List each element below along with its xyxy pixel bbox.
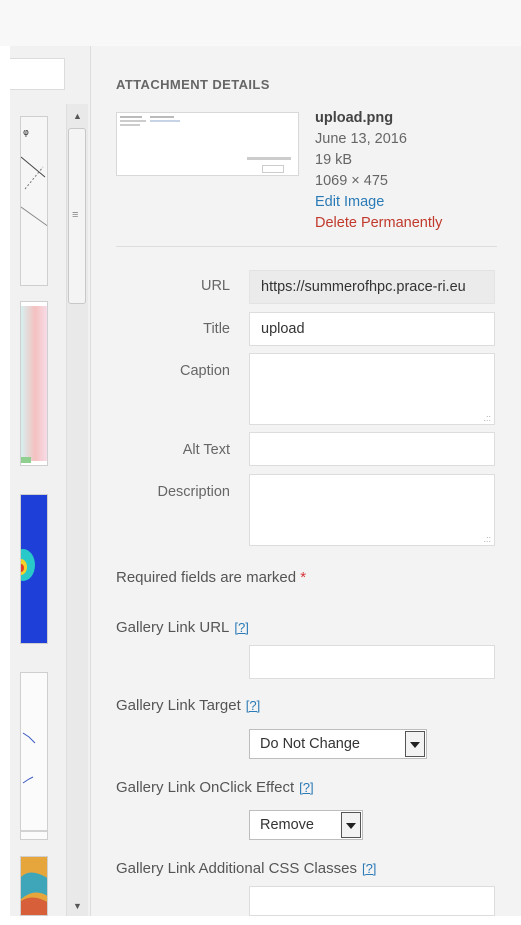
section-title: ATTACHMENT DETAILS	[116, 77, 270, 92]
gallery-link-url-label: Gallery Link URL	[116, 619, 230, 636]
caption-field[interactable]: .::	[249, 353, 495, 425]
help-link[interactable]: [?]	[362, 861, 376, 876]
attachment-info: upload.png June 13, 2016 19 kB 1069 × 47…	[315, 108, 442, 234]
description-label: Description	[157, 484, 230, 500]
gallery-css-classes-heading: Gallery Link Additional CSS Classes [?]	[116, 860, 376, 877]
delete-permanently-link[interactable]: Delete Permanently	[315, 213, 442, 234]
title-field[interactable]: upload	[249, 312, 495, 346]
media-search-input[interactable]	[10, 58, 65, 90]
gallery-css-classes-label: Gallery Link Additional CSS Classes	[116, 860, 357, 877]
resize-handle-icon[interactable]: .::	[483, 413, 491, 423]
media-thumbnail[interactable]	[20, 672, 48, 840]
attachment-date: June 13, 2016	[315, 131, 407, 147]
gallery-link-url-heading: Gallery Link URL [?]	[116, 619, 249, 636]
attachment-details-sidebar: ATTACHMENT DETAILS upload.png June 13, 2…	[90, 46, 521, 916]
gallery-link-target-label: Gallery Link Target	[116, 697, 241, 714]
url-label: URL	[200, 278, 230, 294]
gallery-onclick-label: Gallery Link OnClick Effect	[116, 779, 295, 796]
gallery-link-target-heading: Gallery Link Target [?]	[116, 697, 260, 714]
media-scrollbar[interactable]: ▲ ≡ ▼	[66, 104, 88, 916]
help-link[interactable]: [?]	[246, 698, 260, 713]
required-note: Required fields are marked *	[116, 569, 306, 586]
help-link[interactable]: [?]	[299, 780, 313, 795]
required-star: *	[300, 569, 307, 586]
gallery-link-target-value: Do Not Change	[260, 736, 360, 752]
gallery-link-target-select[interactable]: Do Not Change	[249, 729, 427, 759]
chevron-down-icon[interactable]	[405, 731, 425, 757]
triangle-down-icon[interactable]: ▼	[67, 900, 88, 912]
url-field[interactable]: https://summerofhpc.prace-ri.eu	[249, 270, 495, 304]
scrollbar-thumb[interactable]: ≡	[68, 128, 86, 304]
attachment-thumbnail	[116, 112, 299, 176]
caption-label: Caption	[180, 363, 230, 379]
attachment-size: 19 kB	[315, 152, 353, 168]
attachment-dimensions: 1069 × 475	[315, 173, 388, 189]
gallery-onclick-value: Remove	[260, 817, 314, 833]
help-link[interactable]: [?]	[234, 620, 248, 635]
edit-image-link[interactable]: Edit Image	[315, 192, 442, 213]
top-bar	[0, 0, 521, 46]
svg-text:φ: φ	[23, 128, 29, 138]
gallery-onclick-heading: Gallery Link OnClick Effect [?]	[116, 779, 314, 796]
gallery-css-classes-field[interactable]	[249, 886, 495, 916]
media-thumbnail[interactable]	[20, 856, 48, 916]
media-thumbnail[interactable]: φ	[20, 116, 48, 286]
media-thumbnail[interactable]	[20, 301, 48, 466]
grip-icon: ≡	[72, 209, 79, 221]
alt-text-label: Alt Text	[182, 442, 230, 458]
chevron-down-icon[interactable]	[341, 812, 361, 838]
media-thumbnail[interactable]	[20, 494, 48, 644]
required-note-text: Required fields are marked	[116, 569, 297, 586]
attachment-filename: upload.png	[315, 110, 394, 126]
resize-handle-icon[interactable]: .::	[483, 534, 491, 544]
divider	[116, 246, 497, 247]
alt-text-field[interactable]	[249, 432, 495, 466]
title-label: Title	[203, 321, 230, 337]
gallery-link-url-field[interactable]	[249, 645, 495, 679]
triangle-up-icon[interactable]: ▲	[67, 110, 88, 122]
gallery-onclick-select[interactable]: Remove	[249, 810, 363, 840]
description-field[interactable]: .::	[249, 474, 495, 546]
